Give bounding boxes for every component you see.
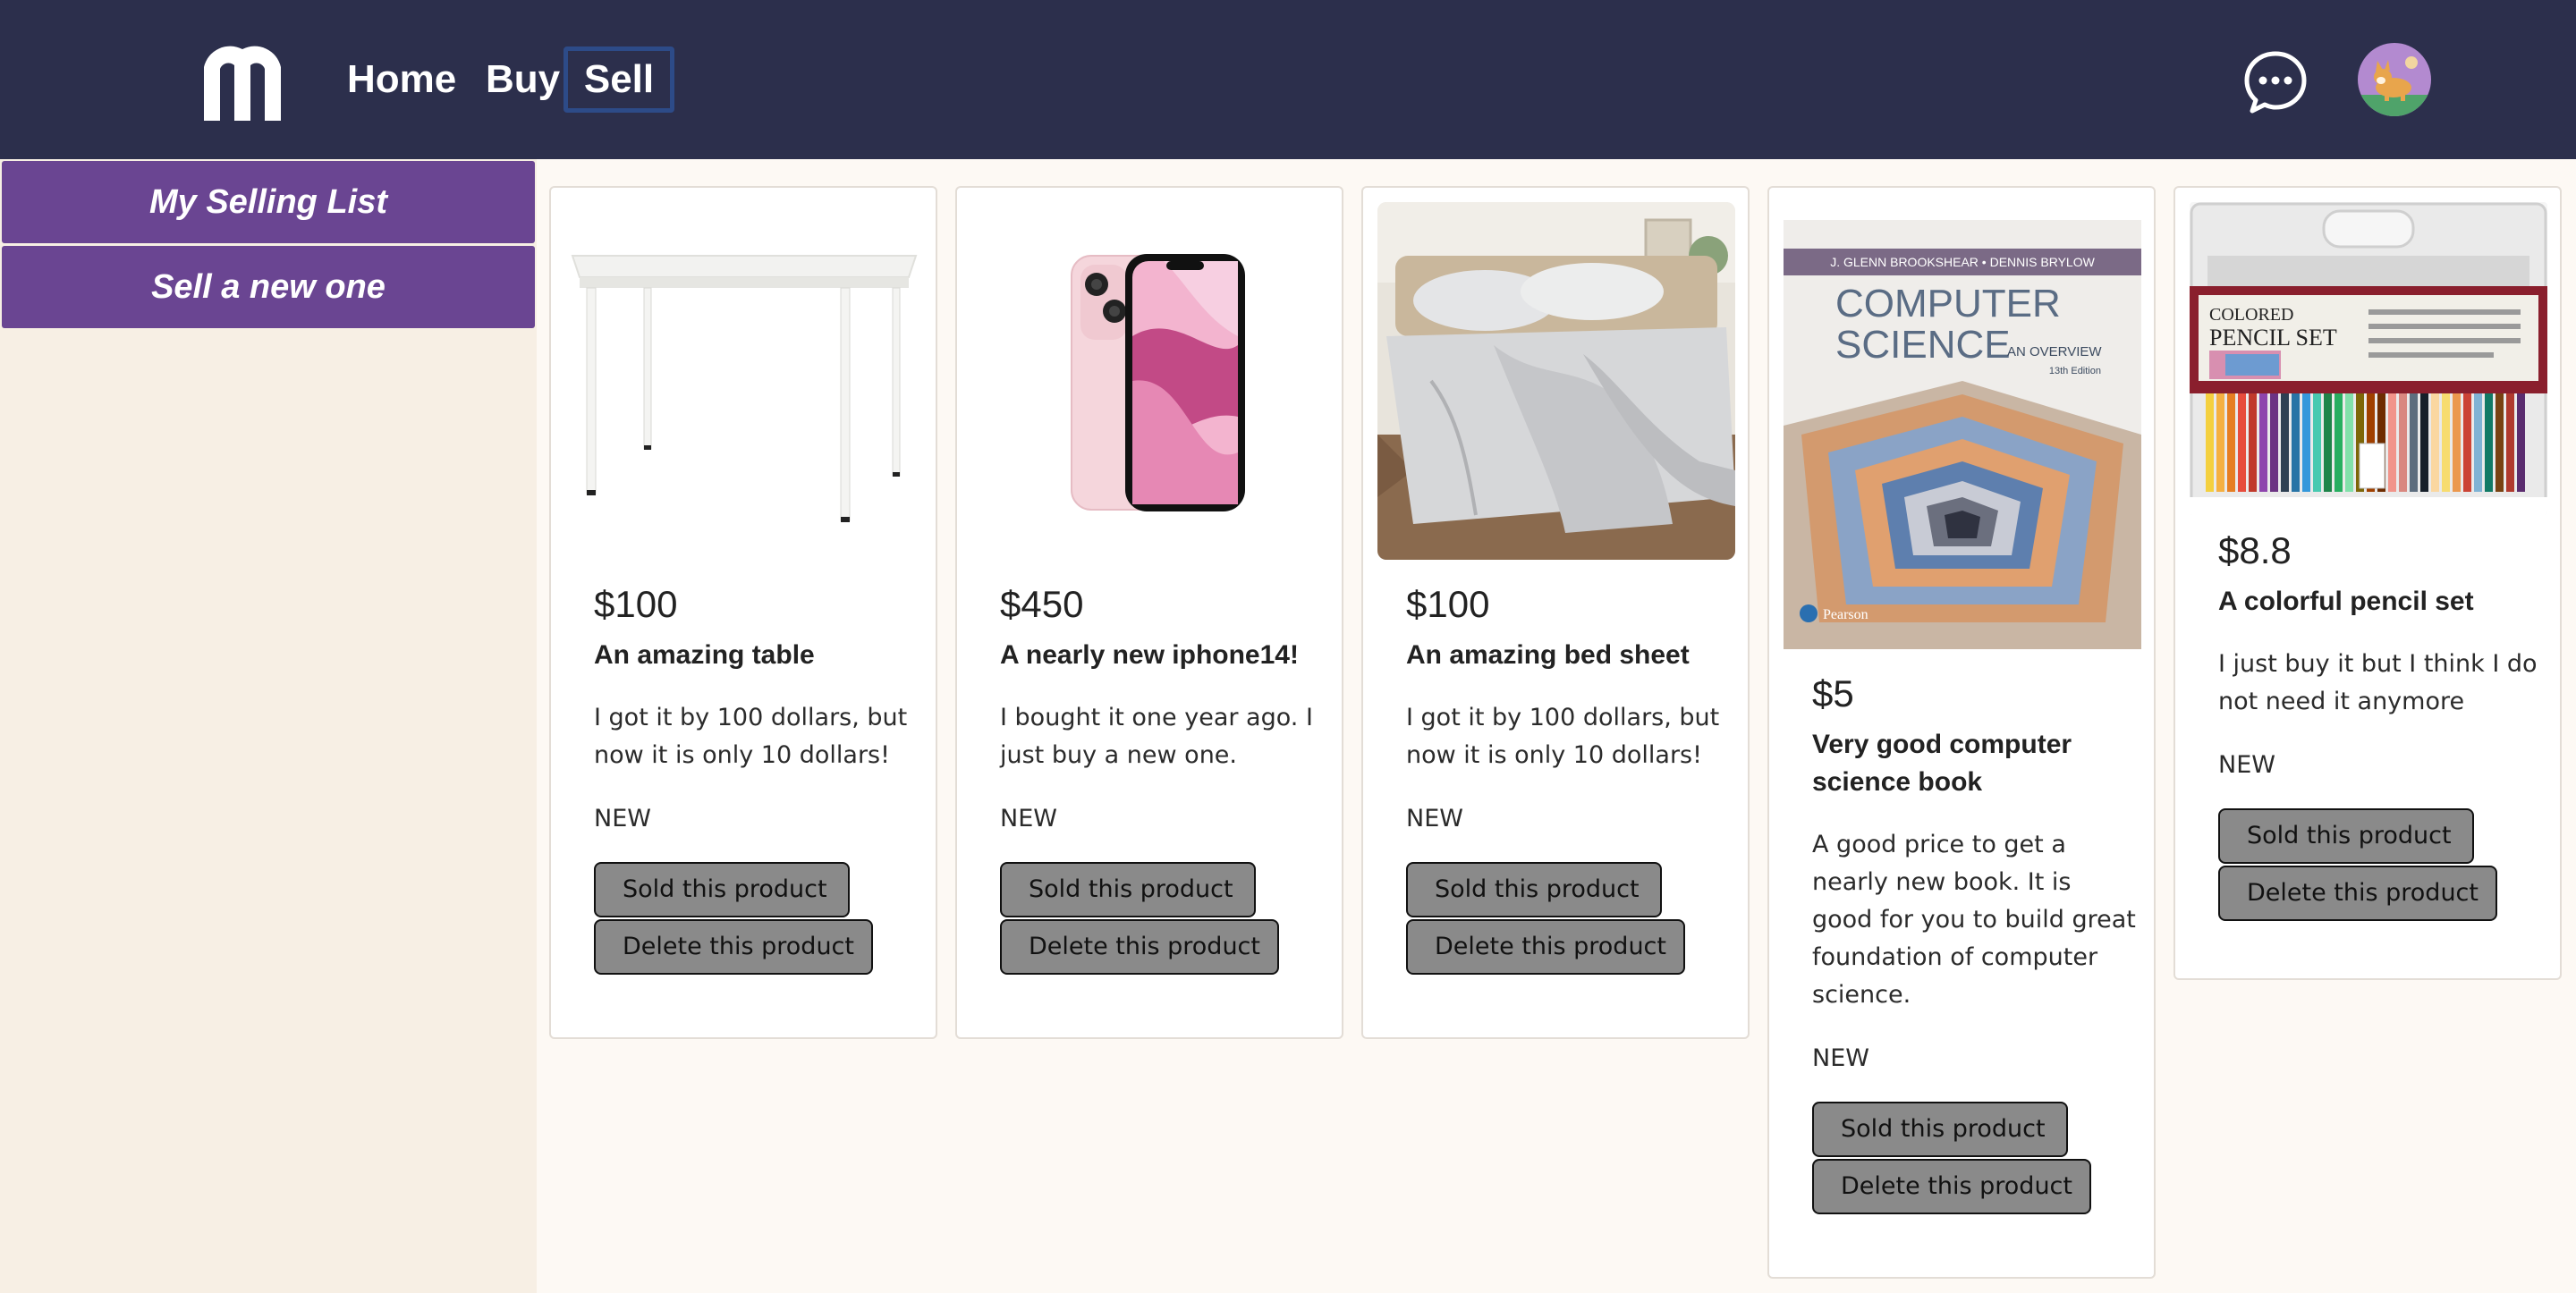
product-card: $100 An amazing table I got it by 100 do… xyxy=(549,186,937,1039)
product-description: A good price to get a nearly new book. I… xyxy=(1812,831,2136,1009)
delete-product-button[interactable]: Delete this product xyxy=(1812,1159,2091,1214)
logo-icon[interactable] xyxy=(195,31,290,124)
nav-sell[interactable]: Sell xyxy=(564,46,674,113)
book-authors: J. GLENN BROOKSHEAR • DENNIS BRYLOW xyxy=(1830,255,2095,269)
product-condition: NEW xyxy=(1812,1044,1869,1072)
pencil-set-line2: PENCIL SET xyxy=(2209,325,2337,351)
product-description: I bought it one year ago. I just buy a n… xyxy=(1000,704,1313,769)
product-card: $450 A nearly new iphone14! I bought it … xyxy=(955,186,1343,1039)
book-edition: 13th Edition xyxy=(2049,366,2101,376)
pencil-set-line1: COLORED xyxy=(2209,305,2293,325)
product-price: $100 xyxy=(594,583,678,625)
sidebar: My Selling List Sell a new one xyxy=(0,159,537,1293)
product-image-bed-sheet xyxy=(1377,202,1735,560)
sold-product-button[interactable]: Sold this product xyxy=(1000,862,1256,917)
user-avatar[interactable] xyxy=(2358,43,2431,116)
product-card: COLORED PENCIL SET $8.8 A colorful penci… xyxy=(2174,186,2562,980)
product-condition: NEW xyxy=(1406,805,1463,832)
product-description: I got it by 100 dollars, but now it is o… xyxy=(594,704,908,769)
sold-product-button[interactable]: Sold this product xyxy=(2218,808,2474,864)
product-title: Very good computer science book xyxy=(1812,730,2072,797)
product-price: $450 xyxy=(1000,583,1084,625)
product-image-book: J. GLENN BROOKSHEAR • DENNIS BRYLOW COMP… xyxy=(1784,202,2141,649)
book-title-line2: SCIENCE xyxy=(1835,323,2011,367)
product-description: I just buy it but I think I do not need … xyxy=(2218,650,2538,715)
product-price: $100 xyxy=(1406,583,1490,625)
product-title: An amazing table xyxy=(594,640,815,670)
delete-product-button[interactable]: Delete this product xyxy=(1000,919,1279,975)
sidebar-item-my-selling-list[interactable]: My Selling List xyxy=(2,161,535,243)
chat-bubble-icon[interactable] xyxy=(2243,50,2308,114)
product-condition: NEW xyxy=(594,805,651,832)
product-description: I got it by 100 dollars, but now it is o… xyxy=(1406,704,1720,769)
corgi-avatar-icon xyxy=(2358,43,2431,116)
product-condition: NEW xyxy=(1000,805,1057,832)
product-image-table xyxy=(565,202,923,560)
sidebar-item-sell-new[interactable]: Sell a new one xyxy=(2,246,535,328)
product-title: An amazing bed sheet xyxy=(1406,640,1690,670)
book-publisher: Pearson xyxy=(1823,607,1868,622)
product-price: $5 xyxy=(1812,672,1854,714)
delete-product-button[interactable]: Delete this product xyxy=(2218,866,2497,921)
nav-home[interactable]: Home xyxy=(347,46,456,113)
sold-product-button[interactable]: Sold this product xyxy=(1812,1102,2068,1157)
product-condition: NEW xyxy=(2218,751,2275,779)
product-price: $8.8 xyxy=(2218,529,2292,571)
sold-product-button[interactable]: Sold this product xyxy=(1406,862,1662,917)
sold-product-button[interactable]: Sold this product xyxy=(594,862,850,917)
product-card: J. GLENN BROOKSHEAR • DENNIS BRYLOW COMP… xyxy=(1767,186,2156,1279)
top-navbar: Home Buy Sell xyxy=(0,0,2576,159)
delete-product-button[interactable]: Delete this product xyxy=(594,919,873,975)
product-image-pencil-set: COLORED PENCIL SET xyxy=(2190,202,2547,515)
product-title: A nearly new iphone14! xyxy=(1000,640,1299,670)
delete-product-button[interactable]: Delete this product xyxy=(1406,919,1685,975)
book-title-line1: COMPUTER xyxy=(1835,282,2061,325)
product-title: A colorful pencil set xyxy=(2218,587,2474,616)
book-subtitle: AN OVERVIEW xyxy=(2007,344,2102,359)
product-image-iphone xyxy=(971,202,1329,560)
nav-buy[interactable]: Buy xyxy=(486,46,560,113)
product-card: $100 An amazing bed sheet I got it by 10… xyxy=(1361,186,1750,1039)
